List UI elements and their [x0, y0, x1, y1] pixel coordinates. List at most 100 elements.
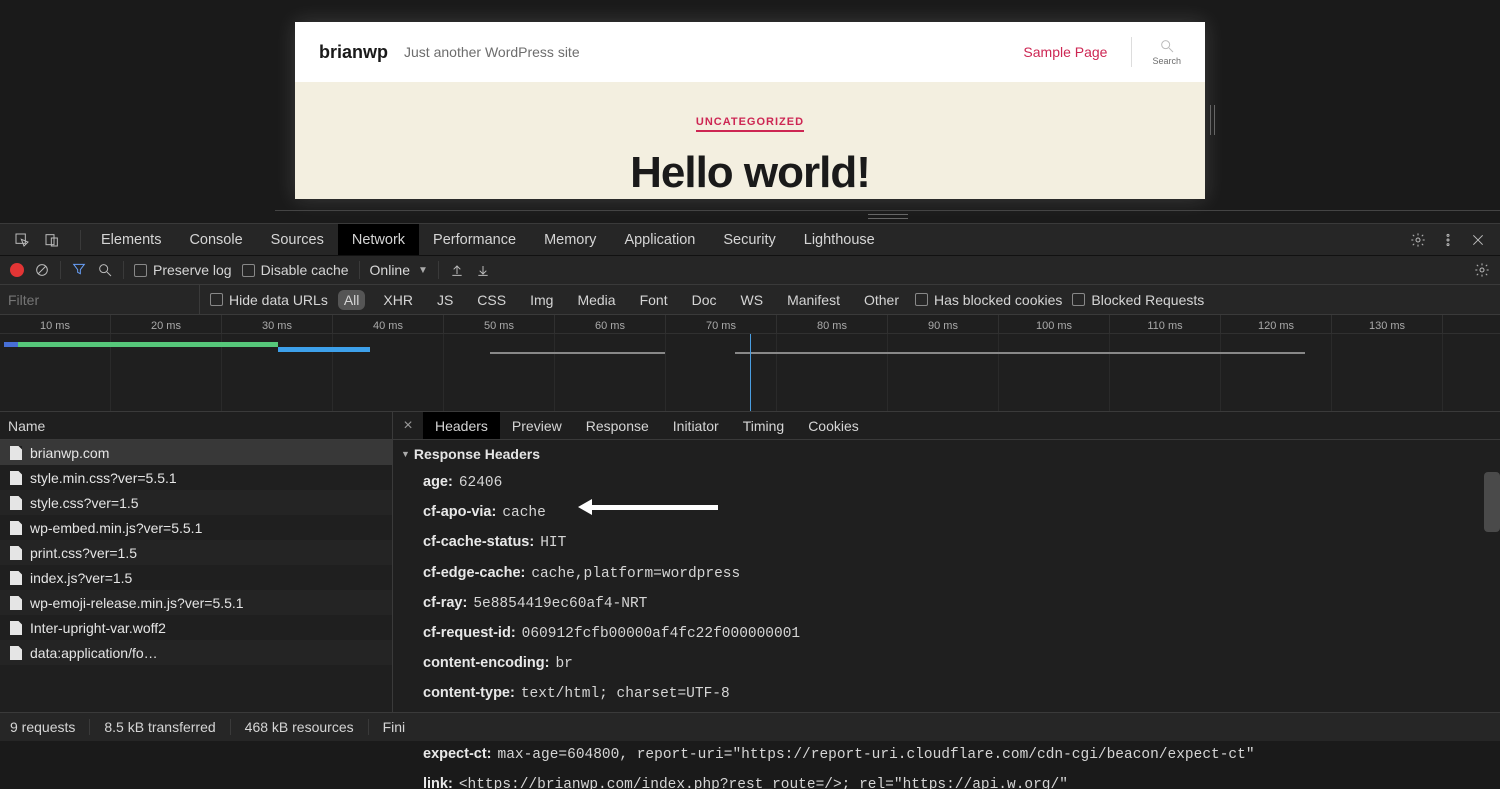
filter-type-all[interactable]: All: [338, 290, 366, 310]
clear-icon[interactable]: [34, 262, 50, 278]
preserve-log-checkbox[interactable]: Preserve log: [134, 262, 232, 278]
tab-performance[interactable]: Performance: [419, 224, 530, 255]
request-name: brianwp.com: [30, 445, 109, 461]
vertical-resize-handle[interactable]: [1210, 22, 1220, 217]
header-key: expect-ct:: [423, 746, 492, 762]
search-button[interactable]: Search: [1152, 38, 1181, 66]
scrollbar-thumb[interactable]: [1484, 472, 1500, 532]
header-row: link:<https://brianwp.com/index.php?rest…: [393, 770, 1500, 789]
detail-tab-headers[interactable]: Headers: [423, 412, 500, 439]
header-key: cf-ray:: [423, 595, 467, 611]
close-icon[interactable]: [1470, 232, 1486, 248]
detail-tab-preview[interactable]: Preview: [500, 412, 574, 439]
timeline-bar: [278, 347, 370, 352]
close-detail-button[interactable]: ×: [393, 417, 423, 435]
gear-icon[interactable]: [1410, 232, 1426, 248]
filter-type-css[interactable]: CSS: [471, 290, 512, 310]
header-row: cf-cache-status:HIT: [393, 528, 1500, 558]
request-row[interactable]: index.js?ver=1.5: [0, 565, 392, 590]
timeline-bar: [18, 342, 278, 347]
timeline-bar: [4, 342, 18, 347]
header-value: br: [549, 656, 572, 672]
hide-data-urls-checkbox[interactable]: Hide data URLs: [210, 292, 328, 308]
detail-tab-initiator[interactable]: Initiator: [661, 412, 731, 439]
detail-tab-response[interactable]: Response: [574, 412, 661, 439]
tab-lighthouse[interactable]: Lighthouse: [790, 224, 889, 255]
upload-icon[interactable]: [449, 262, 465, 278]
tab-memory[interactable]: Memory: [530, 224, 610, 255]
kebab-icon[interactable]: [1440, 232, 1456, 248]
detail-tab-cookies[interactable]: Cookies: [796, 412, 871, 439]
blocked-requests-checkbox[interactable]: Blocked Requests: [1072, 292, 1204, 308]
header-value: 060912fcfb00000af4fc22f000000001: [516, 626, 800, 642]
timeline-marker: [750, 334, 751, 411]
response-headers-section[interactable]: Response Headers: [393, 440, 1500, 468]
search-icon[interactable]: [97, 262, 113, 278]
header-row: cf-request-id:060912fcfb00000af4fc22f000…: [393, 619, 1500, 649]
request-row[interactable]: wp-embed.min.js?ver=5.5.1: [0, 515, 392, 540]
filter-input[interactable]: [0, 285, 200, 314]
timeline-tick: 100 ms: [999, 315, 1110, 333]
header-key: cf-edge-cache:: [423, 565, 525, 581]
filter-type-img[interactable]: Img: [524, 290, 559, 310]
tab-network[interactable]: Network: [338, 224, 419, 255]
blocked-requests-label: Blocked Requests: [1091, 292, 1204, 308]
tab-sources[interactable]: Sources: [257, 224, 338, 255]
category-link[interactable]: UNCATEGORIZED: [696, 116, 804, 132]
request-row[interactable]: print.css?ver=1.5: [0, 540, 392, 565]
detail-tab-timing[interactable]: Timing: [731, 412, 797, 439]
tab-security[interactable]: Security: [709, 224, 789, 255]
page-body: UNCATEGORIZED Hello world!: [295, 82, 1205, 198]
device-toggle-icon[interactable]: [44, 232, 60, 248]
request-row[interactable]: Inter-upright-var.woff2: [0, 615, 392, 640]
request-row[interactable]: brianwp.com: [0, 440, 392, 465]
filter-type-media[interactable]: Media: [571, 290, 621, 310]
filter-type-xhr[interactable]: XHR: [377, 290, 419, 310]
status-finish: Fini: [383, 719, 406, 735]
header-value: 62406: [453, 475, 503, 491]
request-name: index.js?ver=1.5: [30, 570, 132, 586]
filter-type-manifest[interactable]: Manifest: [781, 290, 846, 310]
record-button[interactable]: [10, 263, 24, 277]
filter-type-doc[interactable]: Doc: [686, 290, 723, 310]
timeline-tick: 50 ms: [444, 315, 555, 333]
filter-type-other[interactable]: Other: [858, 290, 905, 310]
file-icon: [10, 446, 22, 460]
throttling-value: Online: [370, 262, 410, 278]
request-row[interactable]: wp-emoji-release.min.js?ver=5.5.1: [0, 590, 392, 615]
header-value: max-age=604800, report-uri="https://repo…: [492, 747, 1255, 763]
header-key: cf-request-id:: [423, 625, 516, 641]
gear-icon[interactable]: [1474, 262, 1490, 278]
request-name: Inter-upright-var.woff2: [30, 620, 166, 636]
timeline-tick: 60 ms: [555, 315, 666, 333]
request-list-header[interactable]: Name: [0, 412, 392, 440]
filter-type-ws[interactable]: WS: [735, 290, 770, 310]
header-row: expect-ct:max-age=604800, report-uri="ht…: [393, 740, 1500, 770]
filter-type-js[interactable]: JS: [431, 290, 459, 310]
disable-cache-checkbox[interactable]: Disable cache: [242, 262, 349, 278]
inspect-icon[interactable]: [14, 232, 30, 248]
header-value: cache: [496, 505, 546, 521]
filter-toggle-icon[interactable]: [71, 261, 87, 280]
request-row[interactable]: data:application/fo…: [0, 640, 392, 665]
tab-elements[interactable]: Elements: [87, 224, 175, 255]
nav-link-sample-page[interactable]: Sample Page: [1023, 44, 1107, 60]
tab-console[interactable]: Console: [175, 224, 256, 255]
tab-application[interactable]: Application: [610, 224, 709, 255]
request-row[interactable]: style.css?ver=1.5: [0, 490, 392, 515]
throttling-select[interactable]: Online▼: [370, 262, 428, 278]
header-value: text/html; charset=UTF-8: [515, 686, 730, 702]
header-row: cf-apo-via:cache: [393, 498, 1500, 528]
file-icon: [10, 546, 22, 560]
download-icon[interactable]: [475, 262, 491, 278]
header-row: content-encoding:br: [393, 649, 1500, 679]
filter-type-font[interactable]: Font: [634, 290, 674, 310]
request-detail-panel: × HeadersPreviewResponseInitiatorTimingC…: [393, 412, 1500, 712]
header-row: content-type:text/html; charset=UTF-8: [393, 679, 1500, 709]
request-row[interactable]: style.min.css?ver=5.5.1: [0, 465, 392, 490]
site-title[interactable]: brianwp: [319, 42, 388, 63]
network-timeline[interactable]: 10 ms20 ms30 ms40 ms50 ms60 ms70 ms80 ms…: [0, 315, 1500, 412]
status-transferred: 8.5 kB transferred: [104, 719, 215, 735]
has-blocked-cookies-checkbox[interactable]: Has blocked cookies: [915, 292, 1062, 308]
timeline-tick: 80 ms: [777, 315, 888, 333]
